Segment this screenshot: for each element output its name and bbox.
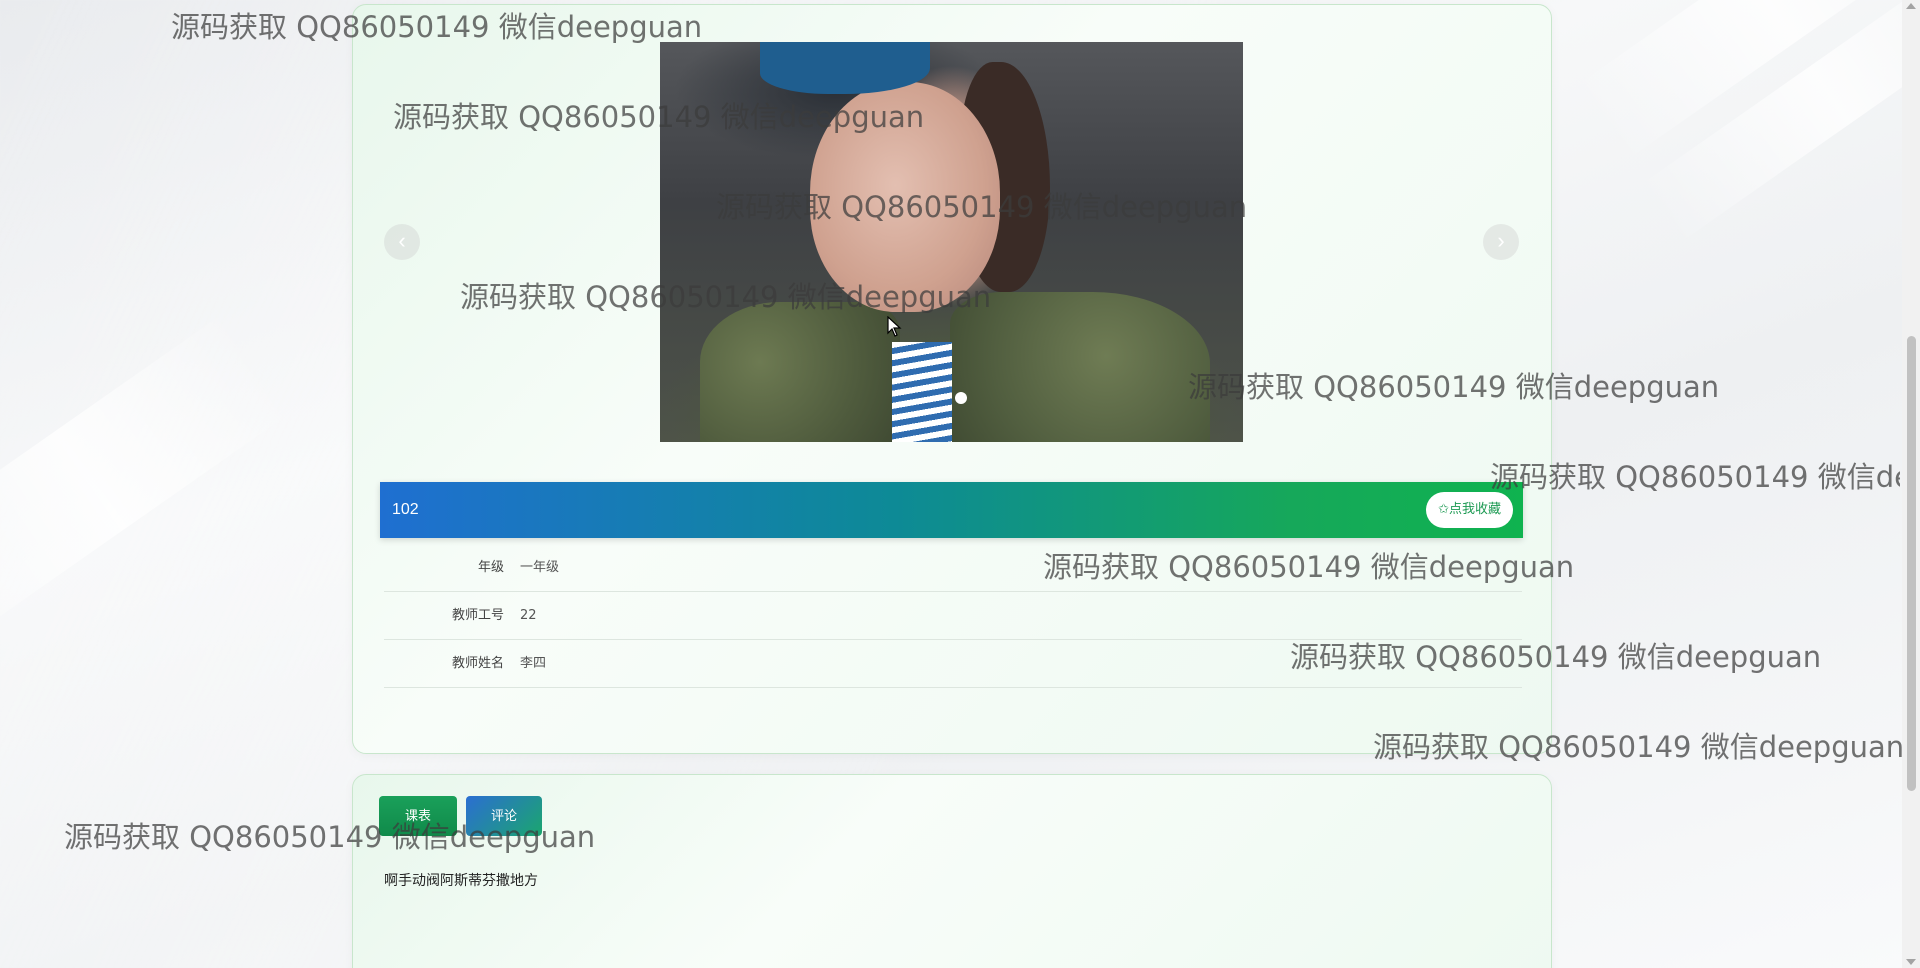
tab-content-text: 啊手动阀阿斯蒂芬撒地方: [384, 873, 538, 889]
background-stripe: [1637, 0, 1920, 245]
tab-comments[interactable]: 评论: [466, 796, 542, 836]
info-label: 教师姓名: [451, 656, 504, 671]
background-stripe: [0, 310, 297, 650]
photo-striped-shirt: [892, 342, 952, 442]
info-value: 22: [520, 608, 537, 623]
photo-beret: [760, 42, 930, 94]
carousel-image[interactable]: [660, 42, 1243, 442]
chevron-left-icon[interactable]: ‹: [384, 224, 420, 260]
detail-title: 102: [392, 501, 419, 518]
info-value: 一年级: [520, 560, 560, 575]
tab-schedule[interactable]: 课表: [379, 796, 457, 836]
scrollbar-thumb[interactable]: [1907, 336, 1916, 791]
background-stripe: [1572, 0, 1920, 163]
info-row-teacher-id: 教师工号 22: [384, 592, 1522, 640]
info-row-grade: 年级 一年级: [384, 544, 1522, 592]
detail-title-bar: 102 ✩点我收藏: [380, 482, 1523, 538]
carousel-indicator-dot[interactable]: [955, 392, 967, 404]
photo-jacket-left: [700, 302, 900, 442]
favorite-button[interactable]: ✩点我收藏: [1426, 492, 1513, 528]
info-value: 李四: [520, 656, 547, 671]
info-label: 年级: [477, 560, 504, 575]
scroll-up-arrow-icon[interactable]: [1906, 3, 1916, 9]
info-row-teacher-name: 教师姓名 李四: [384, 640, 1522, 688]
chevron-right-icon[interactable]: ›: [1483, 224, 1519, 260]
photo-face: [810, 82, 1000, 312]
info-label: 教师工号: [451, 608, 504, 623]
scroll-down-arrow-icon[interactable]: [1906, 959, 1916, 965]
page-scrollbar[interactable]: [1902, 0, 1920, 968]
photo-jacket-right: [950, 292, 1210, 442]
